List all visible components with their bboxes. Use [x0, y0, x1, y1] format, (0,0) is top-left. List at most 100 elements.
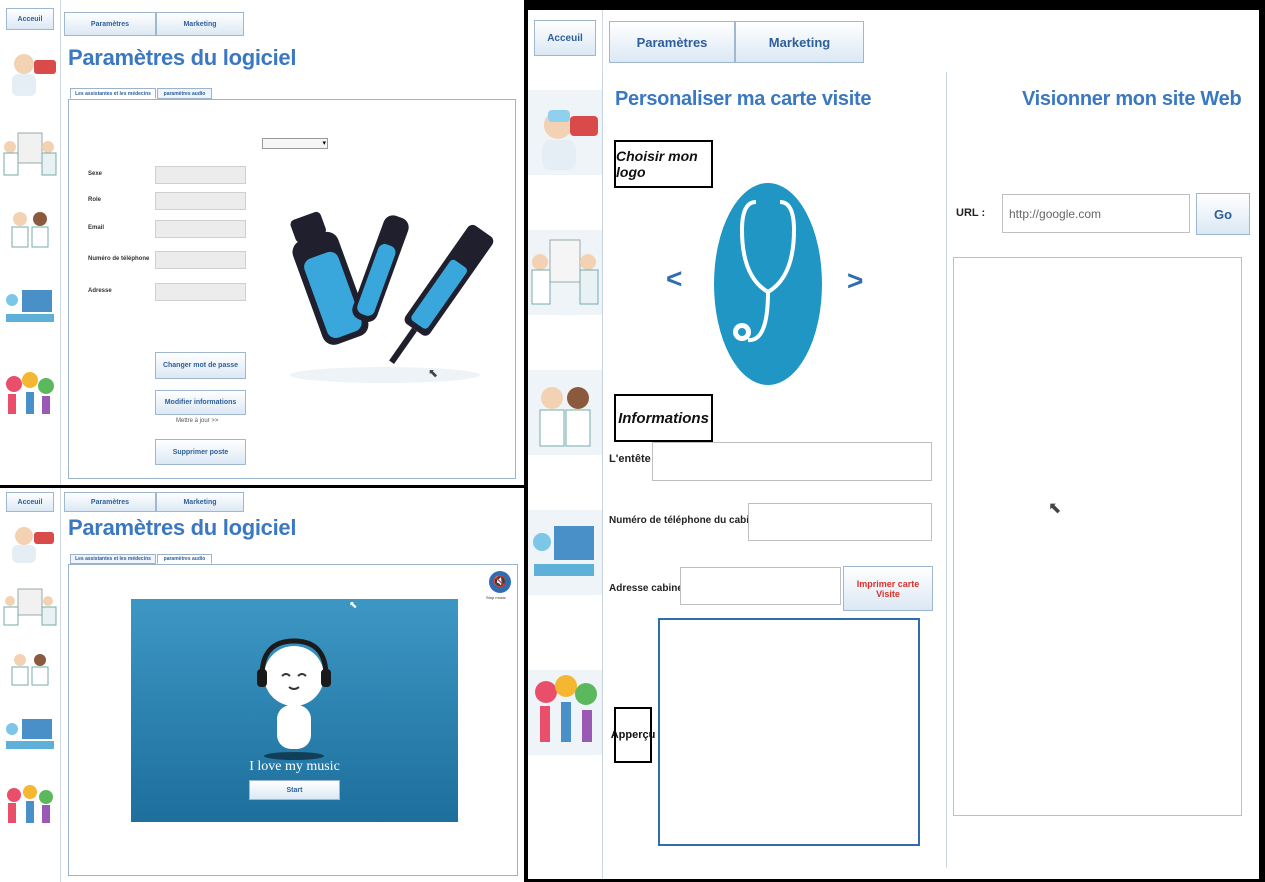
- home-button[interactable]: Acceuil: [534, 20, 596, 56]
- sidebar-item-computer[interactable]: [0, 280, 60, 330]
- cursor-icon: ⬉: [428, 366, 439, 380]
- cabinet-phone-label: Numéro de téléphone du cabinet: [609, 515, 765, 526]
- sidebar-item-medical-team[interactable]: [0, 583, 60, 628]
- delete-post-button[interactable]: Supprimer poste: [155, 439, 246, 465]
- tab-marketing[interactable]: Marketing: [735, 21, 864, 63]
- marketing-icon: [535, 675, 597, 742]
- stop-music-label: Stop music: [486, 595, 506, 600]
- music-player-area: I love my music Start: [131, 599, 458, 822]
- cabinet-address-label: Adresse cabinet: [609, 583, 687, 594]
- url-value: http://google.com: [1009, 207, 1102, 221]
- medical-team-icon: [3, 588, 57, 626]
- left-column-divider: [602, 72, 603, 868]
- choose-logo-label: Choisir mon logo: [614, 140, 713, 188]
- headphone-character-icon: [257, 638, 331, 760]
- cabinet-phone-input[interactable]: [748, 503, 932, 541]
- website-heading: Visionner mon site Web: [1022, 88, 1242, 110]
- phone-field[interactable]: [155, 251, 246, 269]
- sidebar-item-computer[interactable]: [528, 510, 602, 595]
- vaccine-illustration: [290, 211, 494, 383]
- tab-marketing[interactable]: Marketing: [156, 12, 244, 36]
- sidebar-item-computer[interactable]: [0, 713, 60, 753]
- music-caption: I love my music: [249, 759, 340, 774]
- update-hint[interactable]: Mettre à jour >>: [176, 418, 218, 424]
- doctor-icon: [12, 54, 56, 96]
- marketing-panel: Acceuil Paramètres Marketing Personalise…: [528, 10, 1259, 879]
- url-input[interactable]: http://google.com: [1002, 194, 1190, 233]
- label-address: Adresse: [88, 288, 112, 294]
- staff-icon: [539, 387, 591, 447]
- print-card-button[interactable]: Imprimer carte Visite: [843, 566, 933, 611]
- cabinet-address-input[interactable]: [680, 567, 841, 605]
- sidebar-item-medical-team[interactable]: [528, 230, 602, 315]
- column-divider: [946, 72, 947, 868]
- medical-team-icon: [3, 132, 57, 176]
- header-input[interactable]: [652, 442, 932, 481]
- sidebar-item-staff[interactable]: [0, 205, 60, 250]
- computer-icon: [533, 526, 594, 576]
- prev-logo-button[interactable]: <: [666, 263, 682, 295]
- page-title: Paramètres du logiciel: [68, 45, 297, 70]
- header-label: L'entête: [609, 453, 651, 465]
- tab-audio-settings[interactable]: paramètres audio: [157, 88, 212, 99]
- home-button[interactable]: Acceuil: [6, 8, 54, 30]
- doctor-icon: [12, 527, 54, 563]
- card-preview-box: [658, 618, 920, 846]
- sidebar-item-medical-team[interactable]: [0, 125, 60, 180]
- preview-label: Apperçu: [611, 707, 655, 763]
- tab-parametres[interactable]: Paramètres: [64, 12, 156, 36]
- role-field[interactable]: [155, 192, 246, 210]
- sidebar-item-staff[interactable]: [0, 648, 60, 688]
- tab-audio-settings[interactable]: paramètres audio: [157, 554, 212, 564]
- sidebar-item-marketing[interactable]: [0, 370, 60, 420]
- stethoscope-logo: [714, 183, 822, 385]
- website-preview-frame: [953, 257, 1242, 816]
- tab-parametres[interactable]: Paramètres: [609, 21, 735, 63]
- information-heading: Informations: [614, 394, 713, 442]
- sidebar: Acceuil: [0, 0, 61, 485]
- medical-team-icon: [531, 239, 599, 305]
- change-password-button[interactable]: Changer mot de passe: [155, 352, 246, 379]
- address-field[interactable]: [155, 283, 246, 301]
- staff-icon: [11, 212, 49, 248]
- stop-music-button[interactable]: 🔇: [489, 571, 511, 593]
- cursor-icon: ⬉: [1048, 500, 1062, 517]
- marketing-icon: [7, 785, 53, 823]
- start-button[interactable]: Start: [249, 780, 340, 800]
- sexe-field[interactable]: [155, 166, 246, 184]
- settings-panel-staff: Acceuil Paramètres Marketing Paramètres …: [0, 0, 524, 485]
- sidebar: Acceuil: [0, 488, 61, 882]
- tab-assistants-doctors[interactable]: Les assistantes et les médecins: [70, 554, 156, 564]
- cursor-icon: ⬉: [349, 600, 358, 611]
- marketing-icon: [6, 372, 54, 414]
- tab-assistants-doctors[interactable]: Les assistantes et les médecins: [70, 88, 156, 99]
- chevron-down-icon: ▾: [322, 140, 326, 147]
- label-phone: Numéro de téléphone: [88, 256, 150, 262]
- settings-panel-audio: Acceuil Paramètres Marketing Paramètres …: [0, 488, 524, 882]
- staff-icon: [11, 654, 49, 686]
- url-label: URL :: [956, 207, 986, 219]
- business-card-heading: Personaliser ma carte visite: [615, 88, 872, 110]
- role-dropdown[interactable]: ▾: [262, 138, 328, 149]
- home-button[interactable]: Acceuil: [6, 492, 54, 512]
- email-field[interactable]: [155, 220, 246, 238]
- next-logo-button[interactable]: >: [847, 265, 863, 297]
- tab-marketing[interactable]: Marketing: [156, 492, 244, 512]
- sidebar-item-staff[interactable]: [528, 370, 602, 455]
- label-role: Role: [88, 197, 102, 203]
- sidebar-item-doctor[interactable]: [528, 90, 602, 175]
- tab-parametres[interactable]: Paramètres: [64, 492, 156, 512]
- mute-speaker-icon: 🔇: [493, 575, 507, 588]
- sidebar-item-marketing[interactable]: [528, 670, 602, 755]
- doctor-icon: [542, 110, 598, 170]
- modify-info-button[interactable]: Modifier informations: [155, 390, 246, 415]
- label-email: Email: [88, 225, 105, 231]
- page-title: Paramètres du logiciel: [68, 515, 297, 540]
- sidebar-item-doctor[interactable]: [0, 40, 60, 100]
- go-button[interactable]: Go: [1196, 193, 1250, 235]
- label-sexe: Sexe: [88, 171, 103, 177]
- computer-icon: [6, 290, 54, 322]
- sidebar-item-doctor[interactable]: [0, 516, 60, 566]
- sidebar: Acceuil: [528, 10, 603, 879]
- sidebar-item-marketing[interactable]: [0, 783, 60, 828]
